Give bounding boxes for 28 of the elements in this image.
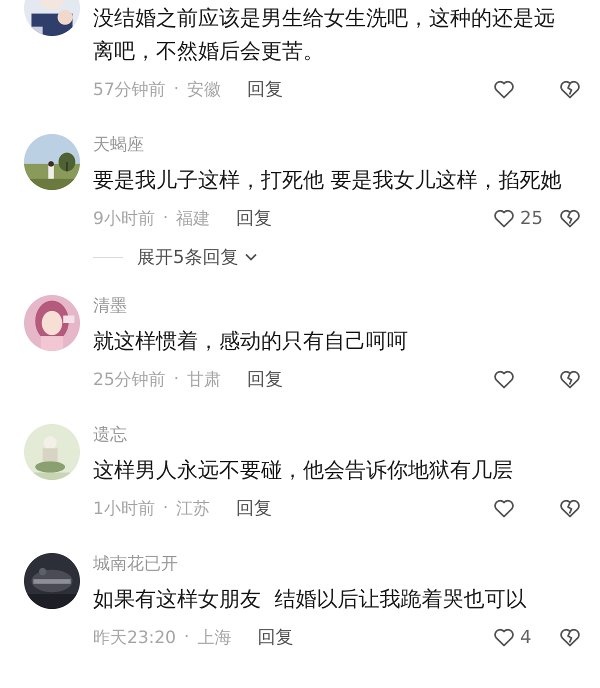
timestamp: 昨天23:20 [93, 626, 176, 648]
like-count: 25 [520, 208, 543, 228]
timestamp: 25分钟前 [93, 368, 166, 390]
separator-dot: · [174, 79, 180, 99]
expand-replies-button[interactable]: 展开5条回复 [137, 245, 260, 269]
location: 安徽 [187, 78, 222, 100]
timestamp: 1小时前 [93, 498, 155, 520]
separator-dot: · [162, 208, 168, 228]
reply-button[interactable]: 回复 [236, 496, 272, 520]
reply-button[interactable]: 回复 [257, 625, 294, 649]
separator-dot: · [184, 627, 190, 647]
reply-button[interactable]: 回复 [247, 367, 284, 391]
location: 江苏 [176, 498, 210, 520]
reply-button[interactable]: 回复 [247, 77, 284, 101]
separator-dot: · [162, 498, 168, 518]
timestamp: 9小时前 [93, 208, 155, 230]
separator-dot: · [174, 369, 180, 389]
comment-text: 要是我儿子这样，打死他 要是我女儿这样，掐死她 [93, 167, 562, 194]
location: 甘肃 [187, 368, 222, 390]
location: 福建 [176, 208, 210, 230]
comment-text: 如果有这样女朋友 结婚以后让我跪着哭也可以 [93, 586, 526, 613]
like-count: 4 [520, 626, 532, 648]
location: 上海 [197, 626, 232, 648]
comment-text: 没结婚之前应该是男生给女生洗吧，这种的还是远离吧，不然婚后会更苦。 [93, 5, 556, 65]
timestamp: 57分钟前 [93, 78, 166, 100]
comment-text: 这样男人永远不要碰，他会告诉你地狱有几层 [93, 457, 513, 484]
reply-button[interactable]: 回复 [236, 206, 272, 230]
comment-text: 就这样惯着，感动的只有自己呵呵 [93, 328, 408, 355]
